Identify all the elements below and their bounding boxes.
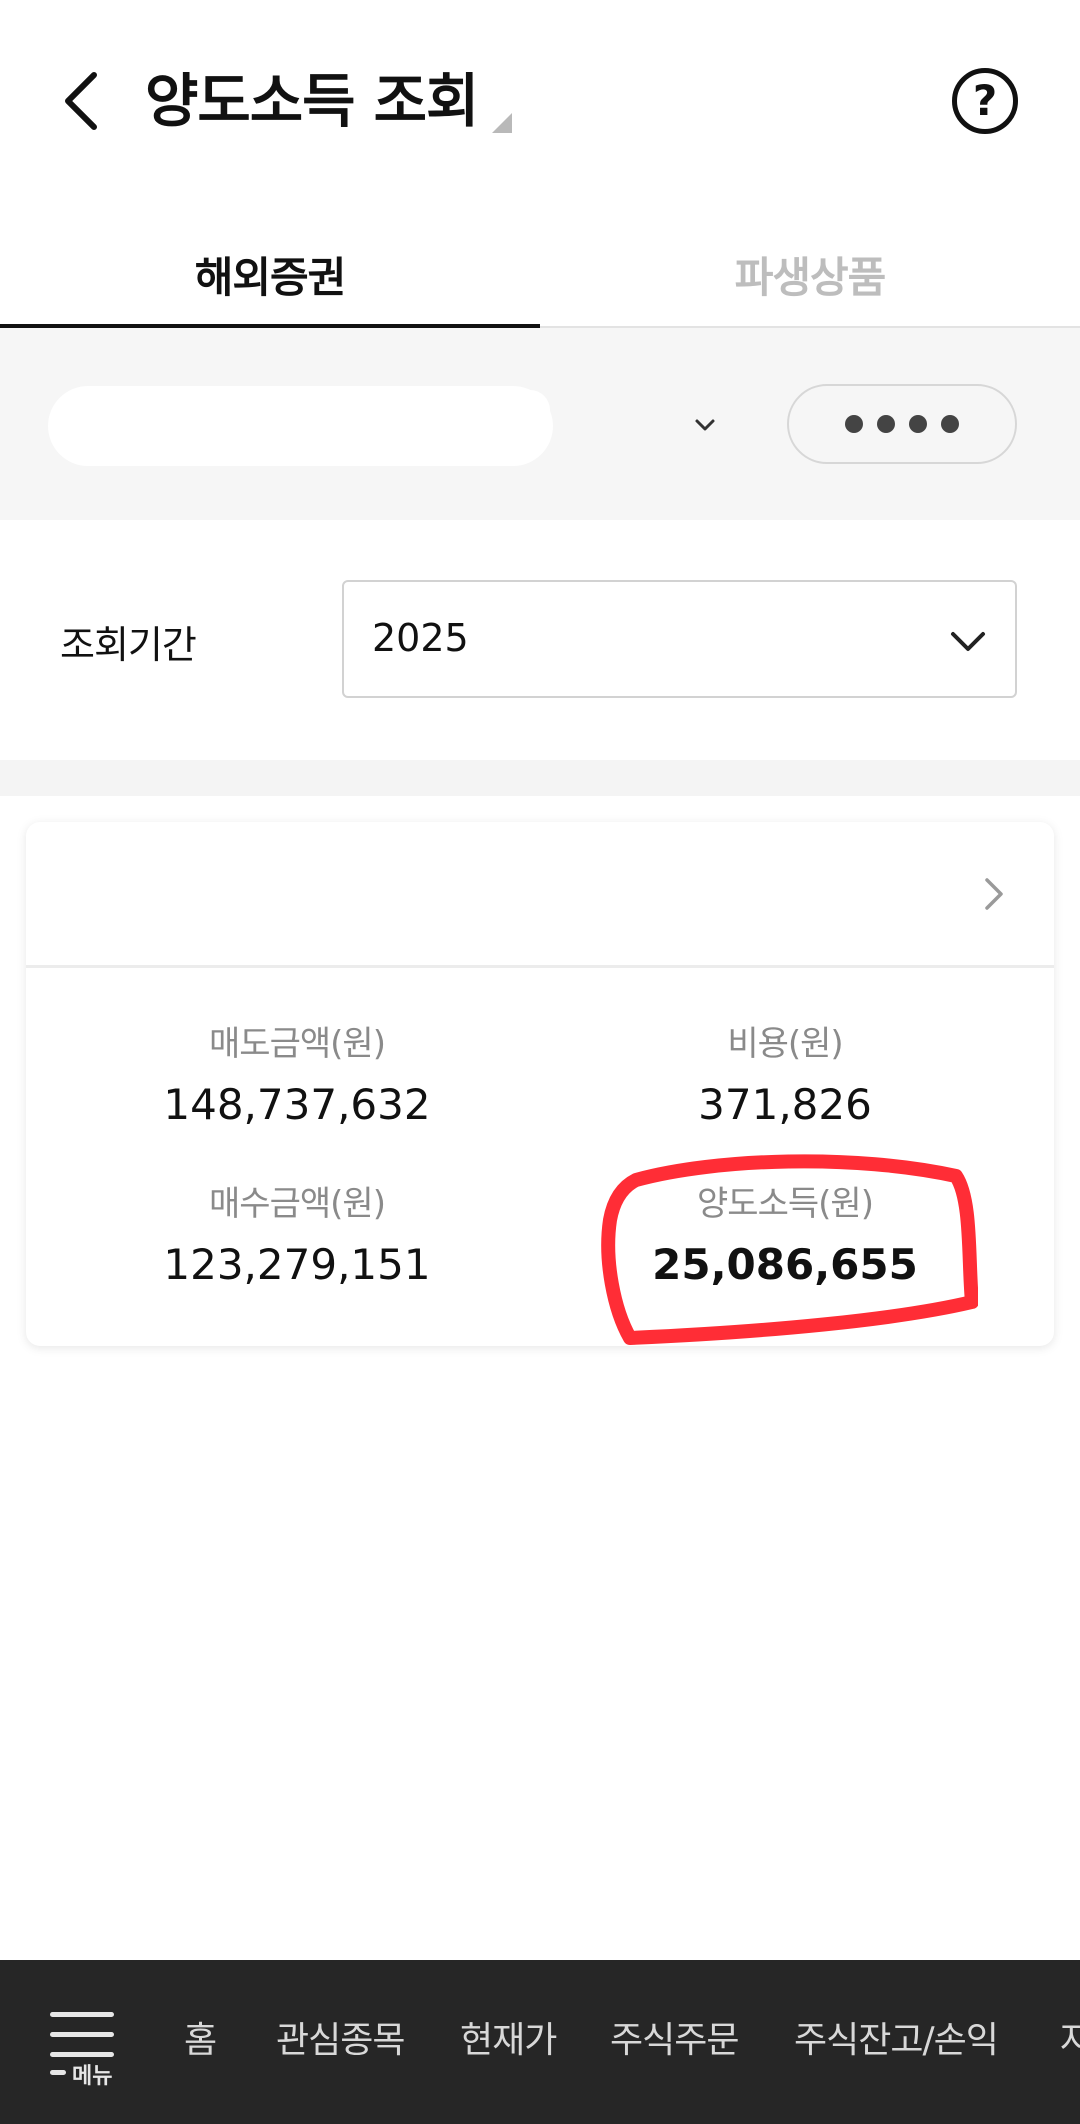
menu-label: 메뉴 — [72, 2064, 113, 2089]
title-corner-icon — [492, 113, 512, 133]
chevron-down-icon[interactable] — [694, 414, 716, 436]
menu-dash-icon — [50, 2070, 66, 2075]
summary-card: 매도금액(원) 148,737,632 비용(원) 371,826 매수금액(원… — [26, 822, 1054, 1346]
password-dot — [845, 415, 863, 433]
menu-button[interactable]: 메뉴 — [48, 2008, 128, 2089]
tab-overseas-securities[interactable]: 해외증권 — [0, 220, 540, 328]
cost-stat: 비용(원) 371,826 — [540, 1022, 1030, 1130]
buy-amount-stat: 매수금액(원) 123,279,151 — [52, 1182, 542, 1290]
period-label: 조회기간 — [60, 623, 197, 667]
nav-item-stock-balance[interactable]: 주식잔고/손익 — [794, 2016, 999, 2066]
account-selector-bar — [0, 328, 1080, 520]
sell-amount-label: 매도금액(원) — [209, 1024, 386, 1064]
cost-value: 371,826 — [698, 1080, 872, 1129]
sell-amount-value: 148,737,632 — [163, 1080, 431, 1129]
capital-gain-value: 25,086,655 — [652, 1240, 918, 1289]
menu-hamburger-icon — [50, 2052, 114, 2057]
password-input-button[interactable] — [787, 384, 1017, 464]
password-dot — [909, 415, 927, 433]
nav-item-overflow[interactable]: 자 — [1060, 2016, 1080, 2066]
bottom-navigation: 메뉴 홈 관심종목 현재가 주식주문 주식잔고/손익 자 — [0, 1960, 1080, 2124]
period-select[interactable]: 2025 — [342, 580, 1017, 698]
tab-label: 파생상품 — [734, 252, 887, 302]
header: 양도소득 조회 ? — [0, 0, 1080, 200]
nav-item-home[interactable]: 홈 — [184, 2016, 217, 2066]
password-dot — [877, 415, 895, 433]
period-value: 2025 — [372, 616, 469, 660]
back-button[interactable] — [50, 66, 110, 136]
cost-label: 비용(원) — [727, 1024, 843, 1064]
period-row: 조회기간 2025 — [0, 520, 1080, 760]
buy-amount-value: 123,279,151 — [163, 1240, 431, 1289]
tab-bar: 해외증권 파생상품 — [0, 220, 1080, 328]
sell-amount-stat: 매도금액(원) 148,737,632 — [52, 1022, 542, 1130]
nav-item-current-price[interactable]: 현재가 — [460, 2016, 557, 2066]
capital-gain-stat: 양도소득(원) 25,086,655 — [540, 1182, 1030, 1290]
tab-derivatives[interactable]: 파생상품 — [540, 220, 1080, 328]
page-title: 양도소득 조회 — [145, 67, 479, 135]
chevron-right-icon — [985, 878, 1003, 910]
account-number-redacted-overlay — [120, 390, 550, 430]
help-button[interactable]: ? — [952, 68, 1018, 134]
chevron-down-icon — [951, 632, 985, 651]
help-question-icon: ? — [972, 76, 998, 125]
capital-gains-screen: 양도소득 조회 ? 해외증권 파생상품 조회기간 2025 매도금액(원) 14… — [0, 0, 1080, 2124]
capital-gain-label: 양도소득(원) — [697, 1184, 874, 1224]
nav-item-watchlist[interactable]: 관심종목 — [276, 2016, 405, 2066]
tab-label: 해외증권 — [194, 252, 347, 302]
summary-card-header[interactable] — [26, 822, 1054, 968]
buy-amount-label: 매수금액(원) — [209, 1184, 386, 1224]
section-divider — [0, 760, 1080, 796]
password-dot — [941, 415, 959, 433]
menu-hamburger-icon — [50, 2032, 114, 2037]
nav-item-stock-order[interactable]: 주식주문 — [610, 2016, 739, 2066]
menu-hamburger-icon — [50, 2012, 114, 2017]
back-arrow-icon — [65, 72, 97, 130]
